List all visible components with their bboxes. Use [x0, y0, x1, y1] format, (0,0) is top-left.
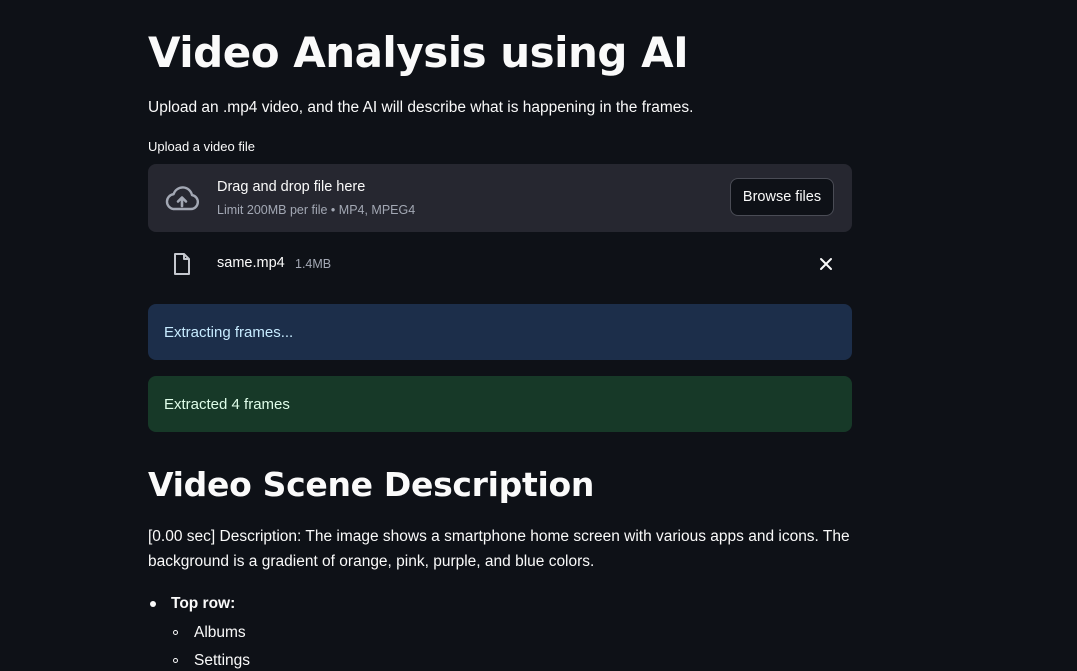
cloud-upload-icon	[165, 186, 200, 211]
browse-files-button[interactable]: Browse files	[730, 178, 834, 216]
bullet-circle	[173, 630, 178, 635]
file-dropzone[interactable]: Drag and drop file here Limit 200MB per …	[148, 164, 852, 232]
dropzone-limit: Limit 200MB per file • MP4, MPEG4	[217, 203, 416, 217]
info-alert-text: Extracting frames...	[164, 323, 294, 341]
list-item: Top row:	[171, 595, 236, 612]
info-alert: Extracting frames...	[148, 304, 852, 360]
success-alert: Extracted 4 frames	[148, 376, 852, 432]
uploaded-file-row: same.mp4 1.4MB	[148, 248, 852, 280]
file-icon	[174, 253, 190, 275]
page-subtitle: Upload an .mp4 video, and the AI will de…	[148, 99, 694, 116]
page-title: Video Analysis using AI	[148, 28, 689, 77]
list-subitem: Settings	[194, 652, 251, 669]
section-title: Video Scene Description	[148, 465, 595, 504]
success-alert-text: Extracted 4 frames	[164, 395, 290, 413]
upload-label: Upload a video file	[148, 139, 255, 154]
close-icon[interactable]	[816, 254, 836, 274]
file-name: same.mp4	[217, 255, 285, 271]
dropzone-title: Drag and drop file here	[217, 179, 366, 195]
bullet-dot	[150, 601, 156, 607]
list-subitem: Albums	[194, 624, 246, 641]
bullet-circle	[173, 658, 178, 663]
scene-description: [0.00 sec] Description: The image shows …	[148, 528, 850, 570]
file-size: 1.4MB	[295, 257, 332, 271]
